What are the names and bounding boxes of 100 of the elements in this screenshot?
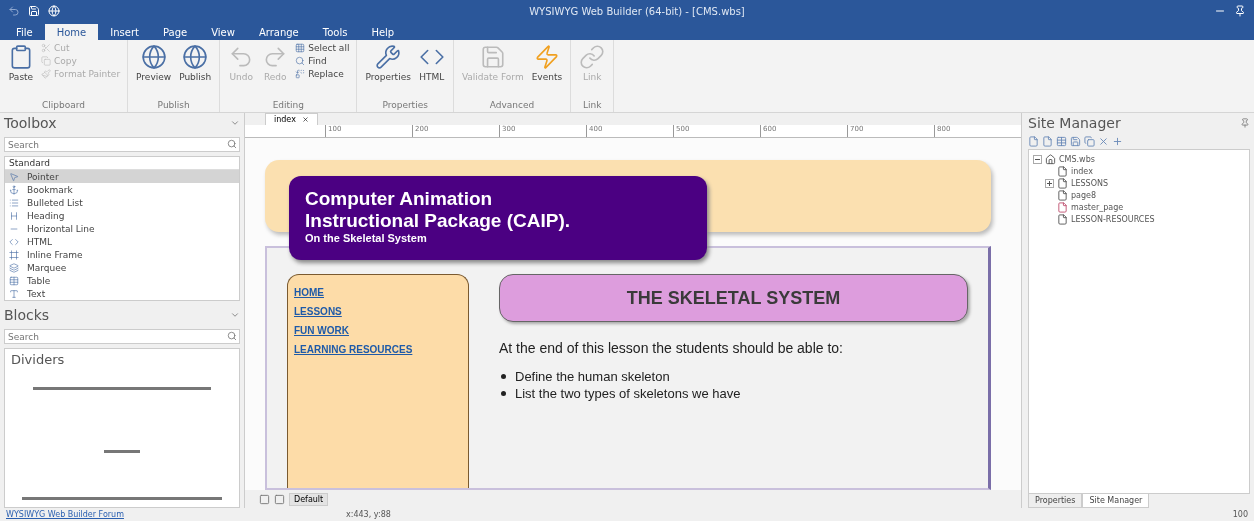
tree-item[interactable]: LESSON-RESOURCES [1071,214,1155,224]
group-label: Advanced [488,100,536,112]
page-icon[interactable] [1042,135,1053,147]
tree-item[interactable]: CMS.wbs [1059,154,1095,164]
zoom-level: 100 [1232,510,1248,519]
panel-tab[interactable]: Properties [1028,494,1083,508]
page-title: Computer Animation [305,188,494,210]
globe-icon [140,44,167,70]
menu-tab[interactable]: Page [150,24,200,40]
heading-icon [9,210,19,221]
intro-text: At the end of this lesson the students should be able to: [499,340,844,356]
view-icon[interactable] [274,493,285,505]
section-heading: THE SKELETAL SYSTEM [499,274,968,322]
page-title: Instructional Package (CAIP). [305,210,571,232]
menu-tab[interactable]: Home [44,24,99,40]
home-icon [1045,153,1056,165]
window-title: WYSIWYG Web Builder (64-bit) - [CMS.wbs] [528,5,746,17]
toolbox-item[interactable]: Pointer [5,170,239,183]
brush-icon [41,69,51,79]
pointer-icon [9,171,19,182]
tree-item[interactable]: index [1071,166,1093,176]
menu-tab[interactable]: Arrange [246,24,311,40]
collapse-toggle[interactable] [1033,154,1042,164]
scissors-icon [41,43,51,53]
search-field[interactable]: Search [4,137,240,152]
ribbon-button[interactable]: Find [294,55,351,67]
table-icon[interactable] [1056,135,1067,147]
dropdown-icon[interactable] [230,118,240,128]
view-icon[interactable] [259,493,270,505]
expand-toggle[interactable] [1045,178,1054,188]
forum-link[interactable]: WYSIWYG Web Builder Forum [6,510,346,519]
bullet-item: Define the human skeleton [515,368,670,385]
ribbon-button[interactable]: Paste [6,42,36,84]
save-icon [479,44,506,70]
panel-title: Blocks [4,307,50,323]
anchor-icon [9,184,19,195]
tree-item[interactable]: page8 [1071,190,1097,200]
plus-icon[interactable] [1112,135,1123,147]
cursor-position: x:443, y:88 [346,510,392,519]
tree-item[interactable]: LESSONS [1071,178,1109,188]
ribbon-button[interactable]: Replace [294,68,351,80]
globe-icon[interactable] [48,5,60,17]
ribbon-button[interactable]: Publish [177,42,214,84]
page-icon [1057,165,1068,177]
category-header[interactable]: Dividers [11,352,233,367]
page-icon[interactable] [1028,135,1039,147]
bullet-icon [501,374,506,379]
ribbon-button[interactable]: HTML [416,42,447,84]
ribbon-button[interactable]: Events [529,42,565,84]
menu-tab[interactable]: Tools [310,24,360,40]
search-field[interactable]: Search [4,329,240,344]
group-label: Properties [381,100,429,112]
globe-icon [182,44,209,70]
nav-link[interactable]: FUN WORK [294,325,349,336]
nav-link[interactable]: LEARNING RESOURCES [294,344,413,355]
ribbon-button[interactable]: Properties [363,42,413,84]
page-icon [1057,213,1068,225]
menu-tab[interactable]: File [4,24,45,40]
page-icon [1057,201,1068,213]
page-icon [1057,189,1068,201]
copy-icon [41,56,51,66]
group-label: Link [581,100,603,112]
wrench-icon [375,44,402,70]
list-icon [9,197,19,208]
delete-icon[interactable] [1098,135,1109,147]
pin-icon[interactable] [1234,5,1246,17]
text-icon [9,288,19,299]
ribbon-button[interactable]: Select all [294,42,351,54]
table-icon [9,275,19,286]
close-icon[interactable] [301,116,309,123]
menu-tab[interactable]: View [199,24,247,40]
layers-icon [9,262,19,273]
document-tab[interactable]: index [265,113,318,125]
panel-tab[interactable]: Site Manager [1082,494,1150,508]
replace-icon [295,69,306,79]
page-subtitle: On the Skeletal System [305,232,428,244]
group-label: Editing [271,100,305,112]
page-icon [1057,177,1068,189]
ribbon-button[interactable]: Preview [134,42,174,84]
grid-icon [295,43,306,53]
copy-icon[interactable] [1084,135,1095,147]
menu-tab[interactable]: Help [359,24,407,40]
search-icon [295,56,306,66]
bullet-item: List the two types of skeletons we have [515,385,741,402]
panel-title: Toolbox [4,115,57,131]
search-icon [227,331,237,341]
group-label: Publish [156,100,191,112]
frame-icon [9,249,19,260]
undo-icon[interactable] [8,5,20,17]
menu-tab[interactable]: Insert [98,24,151,40]
link-icon [579,44,606,70]
panel-title: Site Manager [1028,115,1121,131]
dropdown-icon[interactable] [230,310,240,320]
search-icon [227,139,237,149]
group-label: Clipboard [41,100,87,112]
nav-link[interactable]: HOME [294,287,324,298]
layout-tab[interactable]: Default [289,492,329,506]
tree-item[interactable]: master_page [1071,202,1124,212]
nav-link[interactable]: LESSONS [294,306,342,317]
code-icon [9,236,19,247]
